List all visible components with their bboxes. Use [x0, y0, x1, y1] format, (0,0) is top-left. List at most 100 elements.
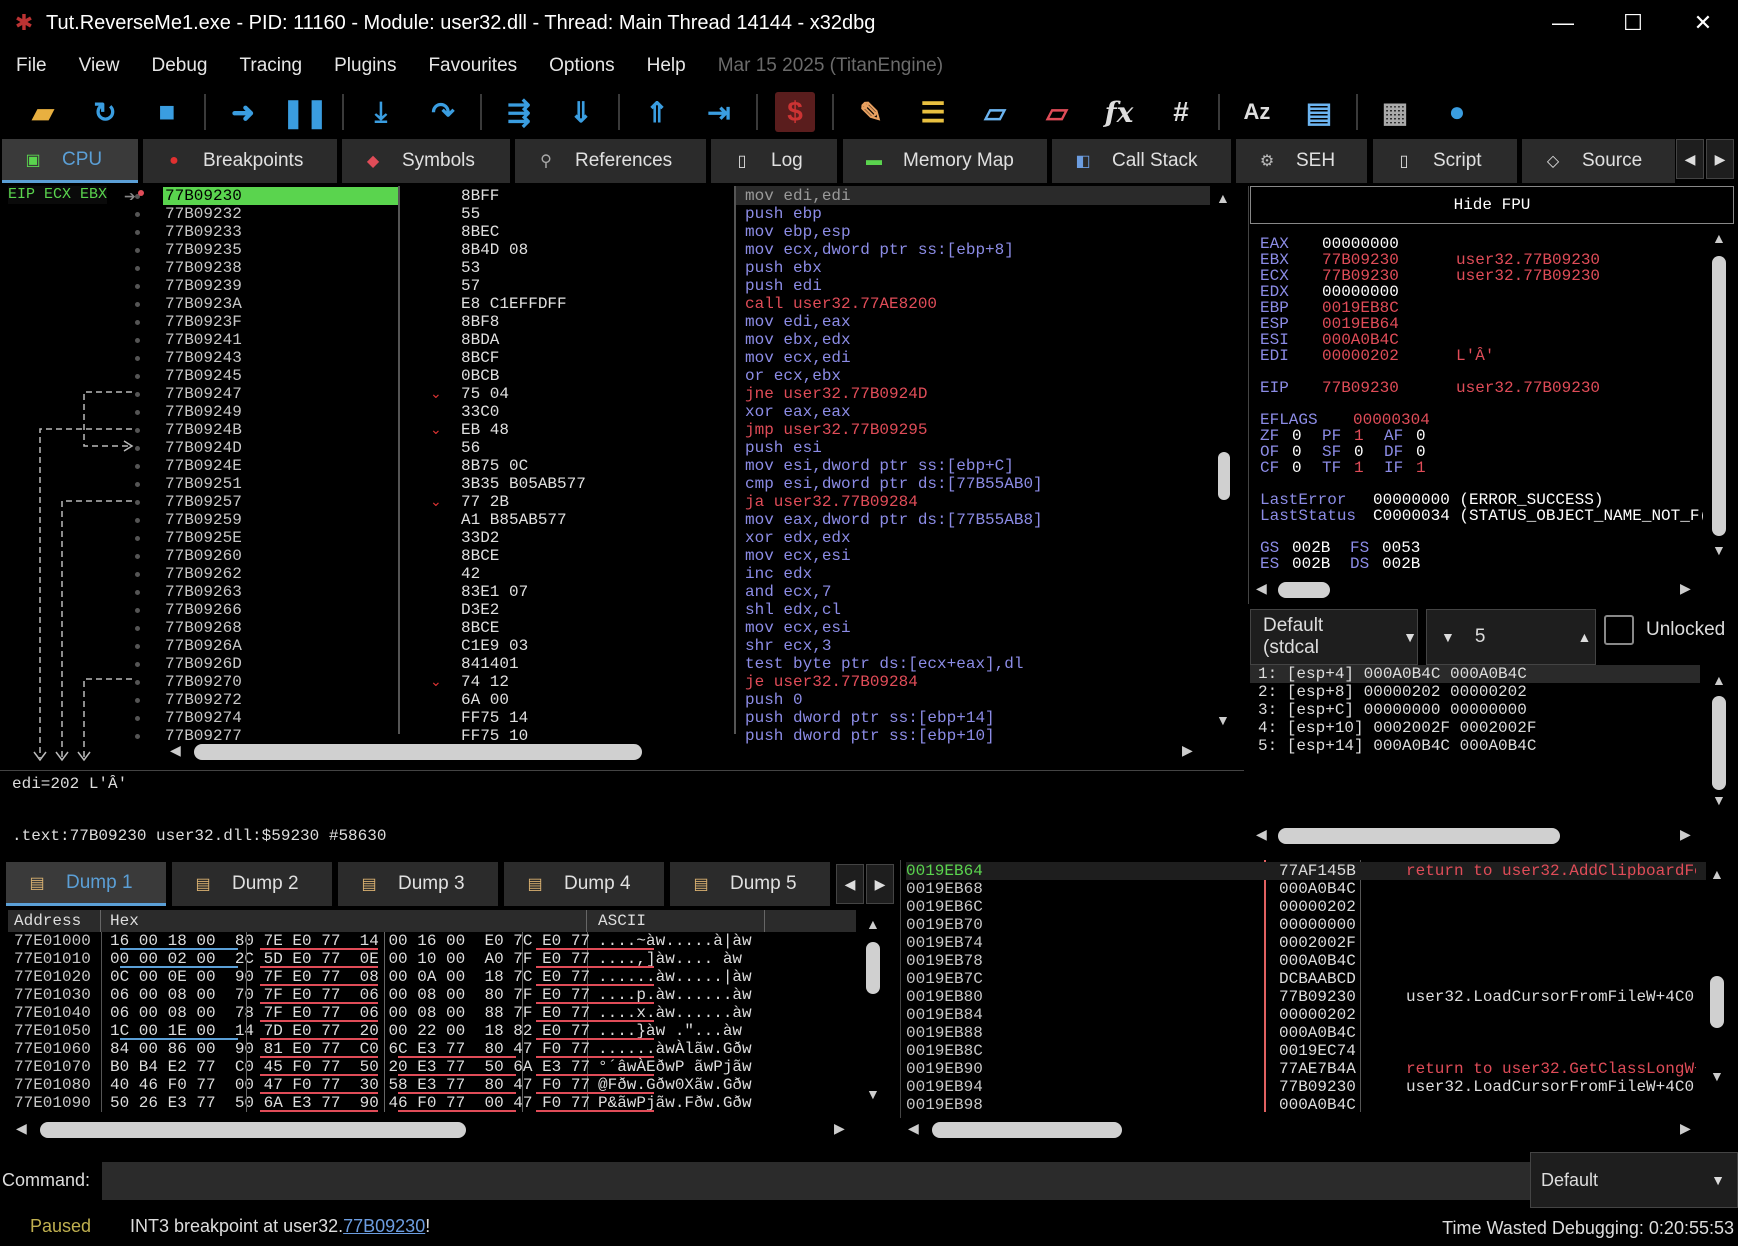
instruction-address[interactable]: 77B09241: [163, 331, 399, 349]
stop-icon[interactable]: ■: [147, 92, 187, 132]
flag-value[interactable]: 1: [1354, 460, 1364, 476]
hex-row[interactable]: 77E01030 06 00 08 00 70 7F E0 77 06 00 08…: [14, 986, 752, 1004]
menu-plugins[interactable]: Plugins: [334, 55, 396, 77]
tab-dump-2[interactable]: ▤ Dump 2: [172, 862, 332, 906]
comments-icon[interactable]: ☰: [913, 92, 953, 132]
instruction-address[interactable]: 77B09270: [163, 673, 399, 691]
patch-icon[interactable]: ✎: [851, 92, 891, 132]
increment-icon[interactable]: ▲: [1577, 629, 1591, 645]
segment-register-value[interactable]: 002B: [1292, 540, 1330, 556]
instruction-address[interactable]: 77B0924D: [163, 439, 399, 457]
hex-row[interactable]: 77E01050 1C 00 1E 00 14 7D E0 77 20 00 22…: [14, 1022, 742, 1040]
stack-row[interactable]: 0019EB98 000A0B4C: [906, 1096, 1706, 1114]
argument-row[interactable]: 5: [esp+14] 000A0B4C 000A0B4C: [1250, 737, 1700, 755]
register-value[interactable]: 00000000: [1322, 236, 1399, 252]
stack-row[interactable]: 0019EB8C 0019EC74: [906, 1042, 1706, 1060]
flag-value[interactable]: 0: [1292, 460, 1302, 476]
command-type-select[interactable]: Default ▼: [1530, 1152, 1738, 1208]
hide-fpu-button[interactable]: Hide FPU: [1250, 186, 1734, 224]
tab-source[interactable]: ◇ Source: [1522, 139, 1675, 183]
instruction-address[interactable]: 77B0925E: [163, 529, 399, 547]
stack-row[interactable]: 0019EB90 77AE7B4A return to user32.GetClas…: [906, 1060, 1706, 1078]
args-vertical-scrollbar[interactable]: ▲ ▼: [1710, 672, 1728, 812]
argument-row[interactable]: 1: [esp+4] 000A0B4C 000A0B4C: [1250, 665, 1700, 683]
instruction-address[interactable]: 77B09274: [163, 709, 399, 727]
instruction-address[interactable]: 77B09235: [163, 241, 399, 259]
flag-value[interactable]: 0: [1292, 428, 1302, 444]
scroll-thumb[interactable]: [1712, 696, 1726, 790]
pause-icon[interactable]: ❚❚: [282, 92, 329, 132]
instruction-address[interactable]: 77B09251: [163, 475, 399, 493]
functions-icon[interactable]: fx: [1099, 92, 1139, 132]
segment-register-value[interactable]: 0053: [1382, 540, 1420, 556]
cpuid-icon[interactable]: ▤: [1299, 92, 1339, 132]
run-icon[interactable]: ➜: [223, 92, 263, 132]
eflags-value[interactable]: 00000304: [1353, 412, 1430, 428]
tab-references[interactable]: ⚲ References: [515, 139, 706, 183]
disasm-horizontal-scrollbar[interactable]: ◀ ▶: [170, 742, 1200, 760]
register-value[interactable]: 77B09230: [1322, 252, 1399, 268]
instruction-address[interactable]: 77B0924E: [163, 457, 399, 475]
instruction-address[interactable]: 77B0926A: [163, 637, 399, 655]
scroll-thumb[interactable]: [1218, 452, 1230, 500]
menu-help[interactable]: Help: [647, 55, 686, 77]
tab-seh[interactable]: ⚙ SEH: [1236, 139, 1367, 183]
tab-memory-map[interactable]: ▬ Memory Map: [843, 139, 1047, 183]
instruction-address[interactable]: 77B09245: [163, 367, 399, 385]
argument-row[interactable]: 4: [esp+10] 0002002F 0002002F: [1250, 719, 1700, 737]
hex-row[interactable]: 77E01060 84 00 86 00 90 81 E0 77 C0 6C E3…: [14, 1040, 752, 1058]
hex-row[interactable]: 77E01090 50 26 E3 77 50 6A E3 77 90 46 F0…: [14, 1094, 752, 1112]
register-value[interactable]: 77B09230: [1322, 380, 1399, 396]
open-icon[interactable]: ▰: [23, 92, 63, 132]
unlocked-checkbox[interactable]: Unlocked: [1604, 615, 1725, 645]
minimize-button[interactable]: —: [1528, 0, 1598, 46]
register-value[interactable]: 00000000: [1322, 284, 1399, 300]
tab-log[interactable]: ▯ Log: [711, 139, 837, 183]
labels-icon[interactable]: ▱: [975, 92, 1015, 132]
flag-value[interactable]: 0: [1354, 444, 1364, 460]
tabs-scroll-left-button[interactable]: ◀: [1676, 139, 1704, 179]
menu-debug[interactable]: Debug: [151, 55, 207, 77]
register-value[interactable]: 77B09230: [1322, 268, 1399, 284]
instruction-address[interactable]: 77B09249: [163, 403, 399, 421]
register-value[interactable]: 000A0B4C: [1322, 332, 1399, 348]
register-value[interactable]: 00000202: [1322, 348, 1399, 364]
stack-row[interactable]: 0019EB94 77B09230 user32.LoadCursorFromFil…: [906, 1078, 1706, 1096]
stack-row[interactable]: 0019EB80 77B09230 user32.LoadCursorFromFil…: [906, 988, 1706, 1006]
scroll-thumb[interactable]: [1712, 256, 1726, 536]
instruction-address[interactable]: 77B09260: [163, 547, 399, 565]
hex-row[interactable]: 77E01040 06 00 08 00 78 7F E0 77 06 00 08…: [14, 1004, 752, 1022]
trace-into-icon[interactable]: ⇶: [499, 92, 539, 132]
argument-count-spinner[interactable]: ▼ 5 ▲: [1426, 609, 1596, 665]
restart-icon[interactable]: ↻: [85, 92, 125, 132]
stack-row[interactable]: 0019EB7C DCBAABCD: [906, 970, 1706, 988]
tab-dump-1[interactable]: ▤ Dump 1: [6, 862, 166, 906]
register-value[interactable]: 0019EB8C: [1322, 300, 1399, 316]
tab-dump-3[interactable]: ▤ Dump 3: [338, 862, 498, 906]
scroll-thumb[interactable]: [1278, 828, 1560, 844]
stack-row[interactable]: 0019EB88 000A0B4C: [906, 1024, 1706, 1042]
flag-value[interactable]: 1: [1354, 428, 1364, 444]
menu-tracing[interactable]: Tracing: [239, 55, 302, 77]
stack-row[interactable]: 0019EB70 00000000: [906, 916, 1706, 934]
instruction-address[interactable]: 77B0923F: [163, 313, 399, 331]
scroll-thumb[interactable]: [194, 744, 642, 760]
stack-row[interactable]: 0019EB74 0002002F: [906, 934, 1706, 952]
disasm-vertical-scrollbar[interactable]: ▲ ▼: [1214, 190, 1232, 730]
tabs-scroll-right-button[interactable]: ▶: [1706, 139, 1734, 179]
calculator-icon[interactable]: ▦: [1375, 92, 1415, 132]
hex-row[interactable]: 77E01020 0C 00 0E 00 90 7F E0 77 08 00 0A…: [14, 968, 752, 986]
status-address-link[interactable]: 77B09230: [343, 1216, 425, 1236]
instruction-address[interactable]: 77B09239: [163, 277, 399, 295]
tab-breakpoints[interactable]: ● Breakpoints: [143, 139, 337, 183]
instruction-address[interactable]: 77B09272: [163, 691, 399, 709]
trace-over-icon[interactable]: ⇓: [561, 92, 601, 132]
args-horizontal-scrollbar[interactable]: ◀ ▶: [1256, 826, 1696, 844]
tab-script[interactable]: ▯ Script: [1373, 139, 1517, 183]
step-into-icon[interactable]: ⤓: [361, 92, 401, 132]
instruction-address[interactable]: 77B09230: [163, 187, 399, 205]
flag-value[interactable]: 0: [1416, 428, 1426, 444]
variables-icon[interactable]: #: [1161, 92, 1201, 132]
scroll-thumb[interactable]: [866, 942, 880, 994]
bookmarks-icon[interactable]: ▱: [1037, 92, 1077, 132]
